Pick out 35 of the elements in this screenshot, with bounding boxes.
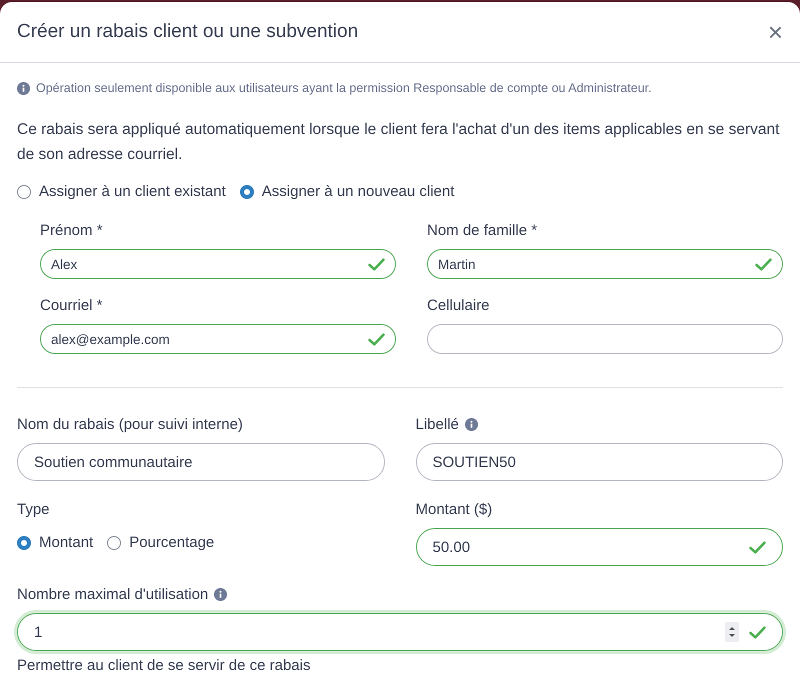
input-field[interactable]: Soutien communautaire [17, 443, 384, 481]
field-label: Nombre maximal d'utilisation [17, 586, 208, 603]
check-icon [749, 626, 766, 638]
field-label: Libellé [416, 416, 459, 433]
description-text: Ce rabais sera appliqué automatiquement lorsque le client fera l'achat d'un des items applicables en se servant de son adresse courriel. [17, 120, 780, 165]
radio-option[interactable]: Assigner à un client existant [17, 183, 226, 200]
input-field[interactable]: 50.00 [416, 528, 783, 566]
info-icon[interactable] [464, 418, 478, 431]
check-icon [368, 258, 385, 270]
field-label: Nom du rabais (pour suivi interne) [17, 416, 243, 433]
notice-text: Opération seulement disponible aux utilisateurs ayant la permission Responsable de compte ou Administrateur. [36, 81, 652, 95]
radio-option[interactable]: Assigner à un nouveau client [240, 183, 454, 200]
field-label: Cellulaire [427, 297, 490, 314]
field-label: Permettre au client de se servir de ce rabais [17, 657, 312, 674]
check-icon [755, 258, 772, 270]
info-icon[interactable] [214, 588, 228, 601]
field-label: Courriel * [40, 297, 103, 314]
info-icon[interactable] [17, 82, 30, 94]
radio-option[interactable]: Montant [17, 534, 94, 551]
spinner-icon[interactable] [725, 622, 739, 642]
field-label: Nom de famille * [427, 222, 538, 239]
check-icon [749, 540, 766, 554]
input-field[interactable] [427, 324, 783, 354]
field-label: Prénom * [40, 222, 103, 239]
dialog-title: Créer un rabais client ou une subvention [17, 21, 358, 43]
input-field[interactable]: 1 [17, 613, 783, 651]
field-label: Montant ($) [416, 501, 492, 518]
input-field[interactable]: alex@example.com [40, 324, 396, 354]
check-icon [368, 332, 385, 346]
field-label: Type [17, 501, 50, 518]
input-field[interactable]: Alex [40, 249, 396, 279]
radio-option[interactable]: Pourcentage [107, 534, 214, 551]
input-field[interactable]: Martin [427, 249, 783, 279]
close-button[interactable]: × [762, 19, 783, 45]
input-field[interactable]: SOUTIEN50 [416, 443, 783, 481]
